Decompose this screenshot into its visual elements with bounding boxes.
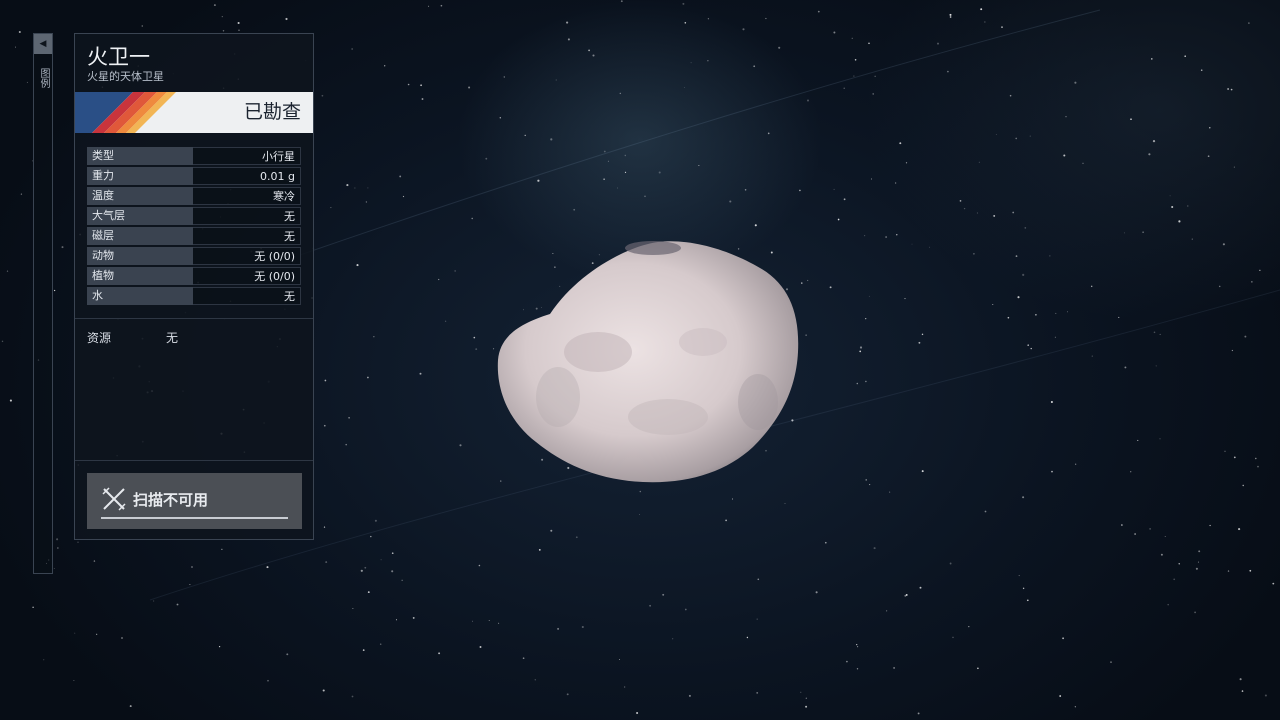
stat-row-water: 水 无 bbox=[87, 287, 301, 305]
stat-row-temperature: 温度 寒冷 bbox=[87, 187, 301, 205]
stat-row-atmosphere: 大气层 无 bbox=[87, 207, 301, 225]
stat-value: 0.01 g bbox=[193, 167, 301, 185]
stat-value: 寒冷 bbox=[193, 187, 301, 205]
constellation-stripes bbox=[75, 92, 176, 133]
survey-status: 已勘查 bbox=[243, 101, 301, 123]
status-banner: 已勘查 bbox=[75, 92, 313, 133]
stat-label: 大气层 bbox=[87, 207, 193, 225]
stat-value: 无 (0/0) bbox=[193, 267, 301, 285]
legend-label: 图例 bbox=[38, 68, 49, 88]
stats-table: 类型 小行星 重力 0.01 g 温度 寒冷 大气层 无 磁层 无 动物 无 (… bbox=[87, 147, 301, 307]
stat-label: 磁层 bbox=[87, 227, 193, 245]
body-name: 火卫一 bbox=[87, 45, 150, 69]
stat-label: 重力 bbox=[87, 167, 193, 185]
resources-value: 无 bbox=[166, 331, 179, 345]
body-info-panel: 火卫一 火星的天体卫星 已勘查 类型 小行星 重力 0.01 g 温度 寒冷 大… bbox=[74, 33, 314, 540]
stat-label: 温度 bbox=[87, 187, 193, 205]
stat-label: 动物 bbox=[87, 247, 193, 265]
body-description: 火星的天体卫星 bbox=[87, 70, 164, 83]
stat-label: 类型 bbox=[87, 147, 193, 165]
resources-label: 资源 bbox=[87, 331, 112, 345]
divider bbox=[75, 460, 313, 461]
caret-left-icon[interactable]: ◀ bbox=[34, 34, 52, 54]
stat-value: 无 bbox=[193, 287, 301, 305]
legend-sidebar[interactable]: ◀ 图例 bbox=[33, 33, 53, 574]
scan-unavailable-icon bbox=[102, 487, 126, 511]
stat-row-flora: 植物 无 (0/0) bbox=[87, 267, 301, 285]
moon-phobos[interactable] bbox=[488, 232, 808, 492]
stat-row-type: 类型 小行星 bbox=[87, 147, 301, 165]
stat-label: 水 bbox=[87, 287, 193, 305]
stat-value: 无 bbox=[193, 227, 301, 245]
scan-underline bbox=[101, 517, 288, 519]
divider bbox=[75, 318, 313, 319]
stat-value: 无 bbox=[193, 207, 301, 225]
stat-label: 植物 bbox=[87, 267, 193, 285]
stat-row-magnetosphere: 磁层 无 bbox=[87, 227, 301, 245]
stat-value: 小行星 bbox=[193, 147, 301, 165]
stat-value: 无 (0/0) bbox=[193, 247, 301, 265]
stat-row-fauna: 动物 无 (0/0) bbox=[87, 247, 301, 265]
scan-button[interactable]: 扫描不可用 bbox=[87, 473, 302, 529]
scan-label: 扫描不可用 bbox=[133, 491, 209, 509]
stat-row-gravity: 重力 0.01 g bbox=[87, 167, 301, 185]
